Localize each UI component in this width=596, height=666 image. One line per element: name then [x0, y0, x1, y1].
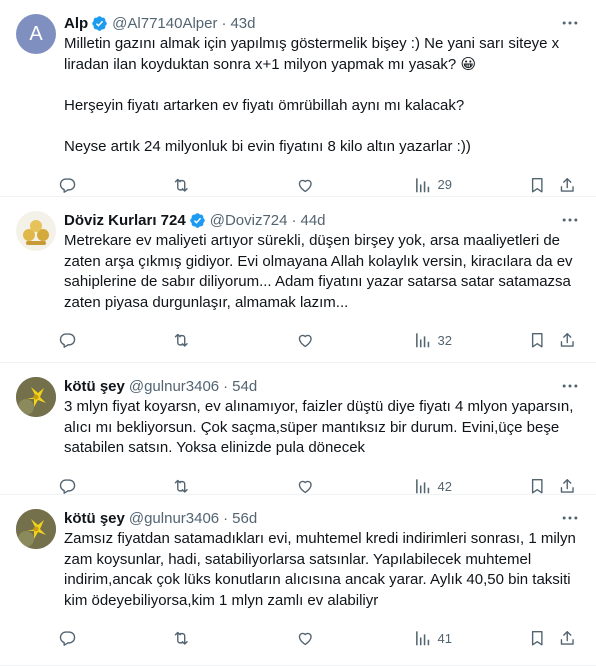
views-button[interactable]: 29	[413, 176, 452, 195]
views-chart-icon	[416, 177, 430, 192]
timestamp[interactable]: 44d	[300, 212, 325, 229]
share-icon	[560, 478, 574, 493]
bookmark-icon	[531, 333, 543, 348]
separator-dot: ·	[223, 377, 229, 395]
reply-button[interactable]	[58, 477, 77, 496]
tweet-actions: 32	[59, 319, 580, 363]
retweet-icon	[174, 479, 188, 493]
views-count: 29	[437, 177, 452, 193]
share-button[interactable]	[558, 629, 577, 648]
display-name[interactable]: kötü şey	[64, 510, 125, 527]
tweet-text: Milletin gazını almak için yapılmış göst…	[64, 35, 560, 155]
tweet-header: kötü şey @gulnur3406 · 56d	[64, 507, 580, 529]
bookmark-icon	[531, 177, 543, 193]
reply-feed: A Alp @Al77140Alper · 43d Milletin gazın…	[0, 0, 596, 666]
retweet-icon	[174, 178, 188, 192]
share-icon	[560, 177, 574, 192]
tweet[interactable]: Döviz Kurları 724 @Doviz724 · 44d Metrek…	[0, 197, 596, 363]
separator-dot: ·	[291, 211, 297, 229]
retweet-icon	[174, 334, 188, 348]
reply-button[interactable]	[58, 176, 77, 195]
separator-dot: ·	[221, 14, 227, 32]
avatar[interactable]	[16, 211, 56, 251]
views-chart-icon	[416, 631, 430, 646]
avatar[interactable]: A	[16, 14, 56, 54]
tweet-header: Döviz Kurları 724 @Doviz724 · 44d	[64, 209, 580, 231]
share-button[interactable]	[558, 176, 577, 195]
retweet-button[interactable]	[172, 176, 191, 195]
tweet-header: kötü şey @gulnur3406 · 54d	[64, 375, 580, 397]
more-options-icon[interactable]	[560, 376, 580, 396]
verified-badge-icon	[92, 15, 107, 31]
retweet-icon	[174, 632, 188, 646]
like-button[interactable]	[296, 176, 315, 195]
bookmark-button[interactable]	[528, 629, 547, 648]
heart-icon	[298, 633, 312, 646]
like-button[interactable]	[296, 629, 315, 648]
views-count: 32	[437, 333, 452, 349]
tweet-actions: 41	[59, 617, 580, 661]
bookmark-button[interactable]	[528, 331, 547, 350]
tweet-text: Zamsız fiyatdan satamadıkları evi, muhte…	[64, 530, 581, 609]
heart-icon	[298, 335, 312, 348]
verified-badge-icon	[189, 212, 205, 228]
timestamp[interactable]: 43d	[230, 15, 255, 32]
heart-icon	[298, 179, 312, 192]
retweet-button[interactable]	[172, 477, 191, 496]
timestamp[interactable]: 54d	[232, 378, 257, 395]
user-handle[interactable]: @gulnur3406	[129, 378, 219, 395]
like-button[interactable]	[296, 477, 315, 496]
views-count: 42	[437, 478, 452, 494]
views-count: 41	[437, 631, 452, 647]
reply-button[interactable]	[58, 331, 77, 350]
reply-icon	[59, 479, 76, 494]
views-button[interactable]: 41	[413, 629, 452, 648]
views-chart-icon	[416, 479, 430, 493]
display-name[interactable]: Döviz Kurları 724	[64, 212, 186, 229]
bookmark-button[interactable]	[528, 477, 547, 496]
display-name[interactable]: kötü şey	[64, 378, 125, 395]
tweet-header: Alp @Al77140Alper · 43d	[64, 12, 580, 34]
flower-photo-icon	[16, 377, 56, 417]
bookmark-icon	[531, 631, 543, 646]
share-icon	[560, 631, 574, 646]
display-name[interactable]: Alp	[64, 15, 88, 32]
share-icon	[560, 333, 574, 348]
tweet[interactable]: kötü şey @gulnur3406 · 56d Zamsız fiyatd…	[0, 495, 596, 666]
like-button[interactable]	[296, 331, 315, 350]
more-options-icon[interactable]	[560, 210, 580, 230]
tweet-text: Metrekare ev maliyeti artıyor sürekli, d…	[64, 232, 577, 311]
reply-icon	[59, 177, 76, 193]
views-button[interactable]: 32	[413, 331, 452, 350]
reply-icon	[59, 333, 76, 349]
user-handle[interactable]: @gulnur3406	[129, 510, 219, 527]
separator-dot: ·	[223, 509, 229, 527]
share-button[interactable]	[558, 477, 577, 496]
user-handle[interactable]: @Doviz724	[210, 212, 288, 229]
reply-icon	[59, 631, 76, 647]
share-button[interactable]	[558, 331, 577, 350]
retweet-button[interactable]	[172, 331, 191, 350]
user-handle[interactable]: @Al77140Alper	[112, 15, 217, 32]
retweet-button[interactable]	[172, 629, 191, 648]
views-button[interactable]: 42	[413, 477, 452, 496]
views-chart-icon	[416, 333, 430, 348]
heart-icon	[298, 480, 312, 493]
avatar[interactable]	[16, 377, 56, 417]
tweet[interactable]: kötü şey @gulnur3406 · 54d 3 mlyn fiyat …	[0, 363, 596, 495]
more-options-icon[interactable]	[560, 508, 580, 528]
flower-photo-icon	[16, 509, 56, 549]
more-options-icon[interactable]	[560, 13, 580, 33]
bookmark-button[interactable]	[528, 176, 547, 195]
tweet[interactable]: A Alp @Al77140Alper · 43d Milletin gazın…	[0, 0, 596, 197]
timestamp[interactable]: 56d	[232, 510, 257, 527]
money-bags-logo-icon	[23, 220, 49, 245]
avatar[interactable]	[16, 509, 56, 549]
tweet-text: 3 mlyn fiyat koyarsn, ev alınamıyor, fai…	[64, 398, 578, 457]
bookmark-icon	[531, 478, 543, 494]
reply-button[interactable]	[58, 629, 77, 648]
